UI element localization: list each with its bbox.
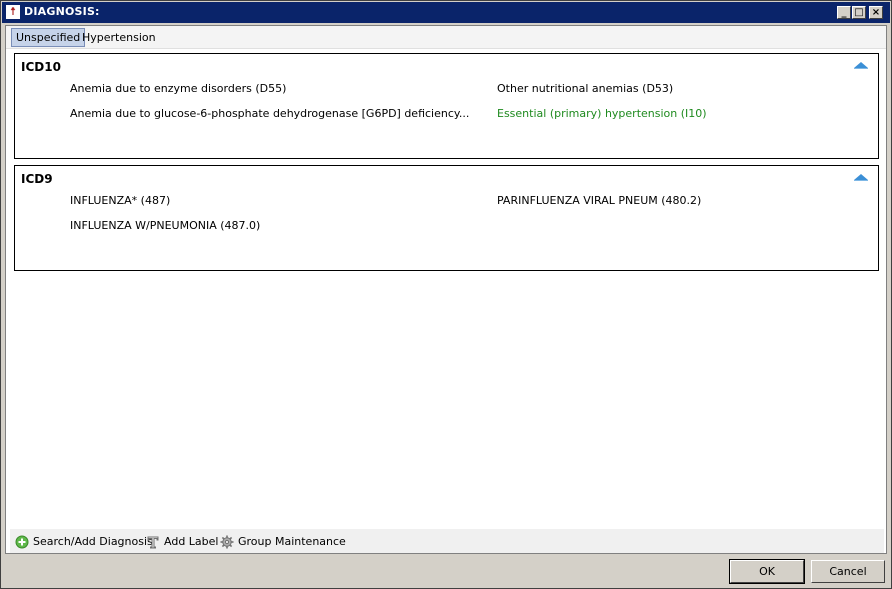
diagnosis-item[interactable]: Other nutritional anemias (D53): [497, 82, 673, 96]
tab-hypertension[interactable]: Hypertension: [78, 28, 160, 47]
collapse-arrow-icon[interactable]: [854, 62, 868, 69]
collapse-arrow-icon[interactable]: [854, 174, 868, 181]
add-label-text: Add Label: [164, 535, 219, 548]
plus-circle-icon: [15, 535, 29, 549]
tab-unspecified[interactable]: Unspecified: [11, 28, 86, 47]
search-add-diagnosis-button[interactable]: Search/Add Diagnosis: [15, 534, 153, 550]
ok-button[interactable]: OK: [729, 559, 805, 584]
group-maintenance-text: Group Maintenance: [238, 535, 346, 548]
app-icon: ☨: [6, 5, 20, 19]
title-bar[interactable]: ☨ DIAGNOSIS: _ □ ×: [2, 2, 890, 23]
diagnosis-item[interactable]: INFLUENZA W/PNEUMONIA (487.0): [70, 219, 260, 233]
text-label-icon: [147, 536, 159, 549]
diagnosis-item[interactable]: Anemia due to enzyme disorders (D55): [70, 82, 286, 96]
window-title: DIAGNOSIS:: [24, 5, 100, 18]
group-icd10: ICD10 Anemia due to enzyme disorders (D5…: [14, 53, 879, 159]
bottom-toolbar: Search/Add Diagnosis Add Label Group Mai…: [10, 529, 884, 553]
diagnosis-item[interactable]: Anemia due to glucose-6-phosphate dehydr…: [70, 107, 469, 121]
diagnosis-item[interactable]: PARINFLUENZA VIRAL PNEUM (480.2): [497, 194, 701, 208]
diagnosis-item[interactable]: INFLUENZA* (487): [70, 194, 170, 208]
group-icd9: ICD9 INFLUENZA* (487) PARINFLUENZA VIRAL…: [14, 165, 879, 271]
gear-icon: [220, 535, 234, 549]
main-content: Unspecified Hypertension ICD10 Anemia du…: [5, 25, 887, 554]
group-maintenance-button[interactable]: Group Maintenance: [220, 534, 346, 550]
search-add-label: Search/Add Diagnosis: [33, 535, 153, 548]
add-label-button[interactable]: Add Label: [146, 534, 218, 550]
maximize-icon[interactable]: □: [852, 6, 866, 19]
diagnosis-window: ☨ DIAGNOSIS: _ □ × Unspecified Hypertens…: [0, 0, 892, 589]
diagnosis-item[interactable]: Essential (primary) hypertension (I10): [497, 107, 707, 121]
group-title-icd9: ICD9: [21, 172, 53, 186]
group-title-icd10: ICD10: [21, 60, 61, 74]
minimize-icon[interactable]: _: [837, 6, 851, 19]
cancel-button[interactable]: Cancel: [811, 560, 885, 583]
close-icon[interactable]: ×: [869, 6, 883, 19]
group-tabs: Unspecified Hypertension: [6, 26, 886, 49]
